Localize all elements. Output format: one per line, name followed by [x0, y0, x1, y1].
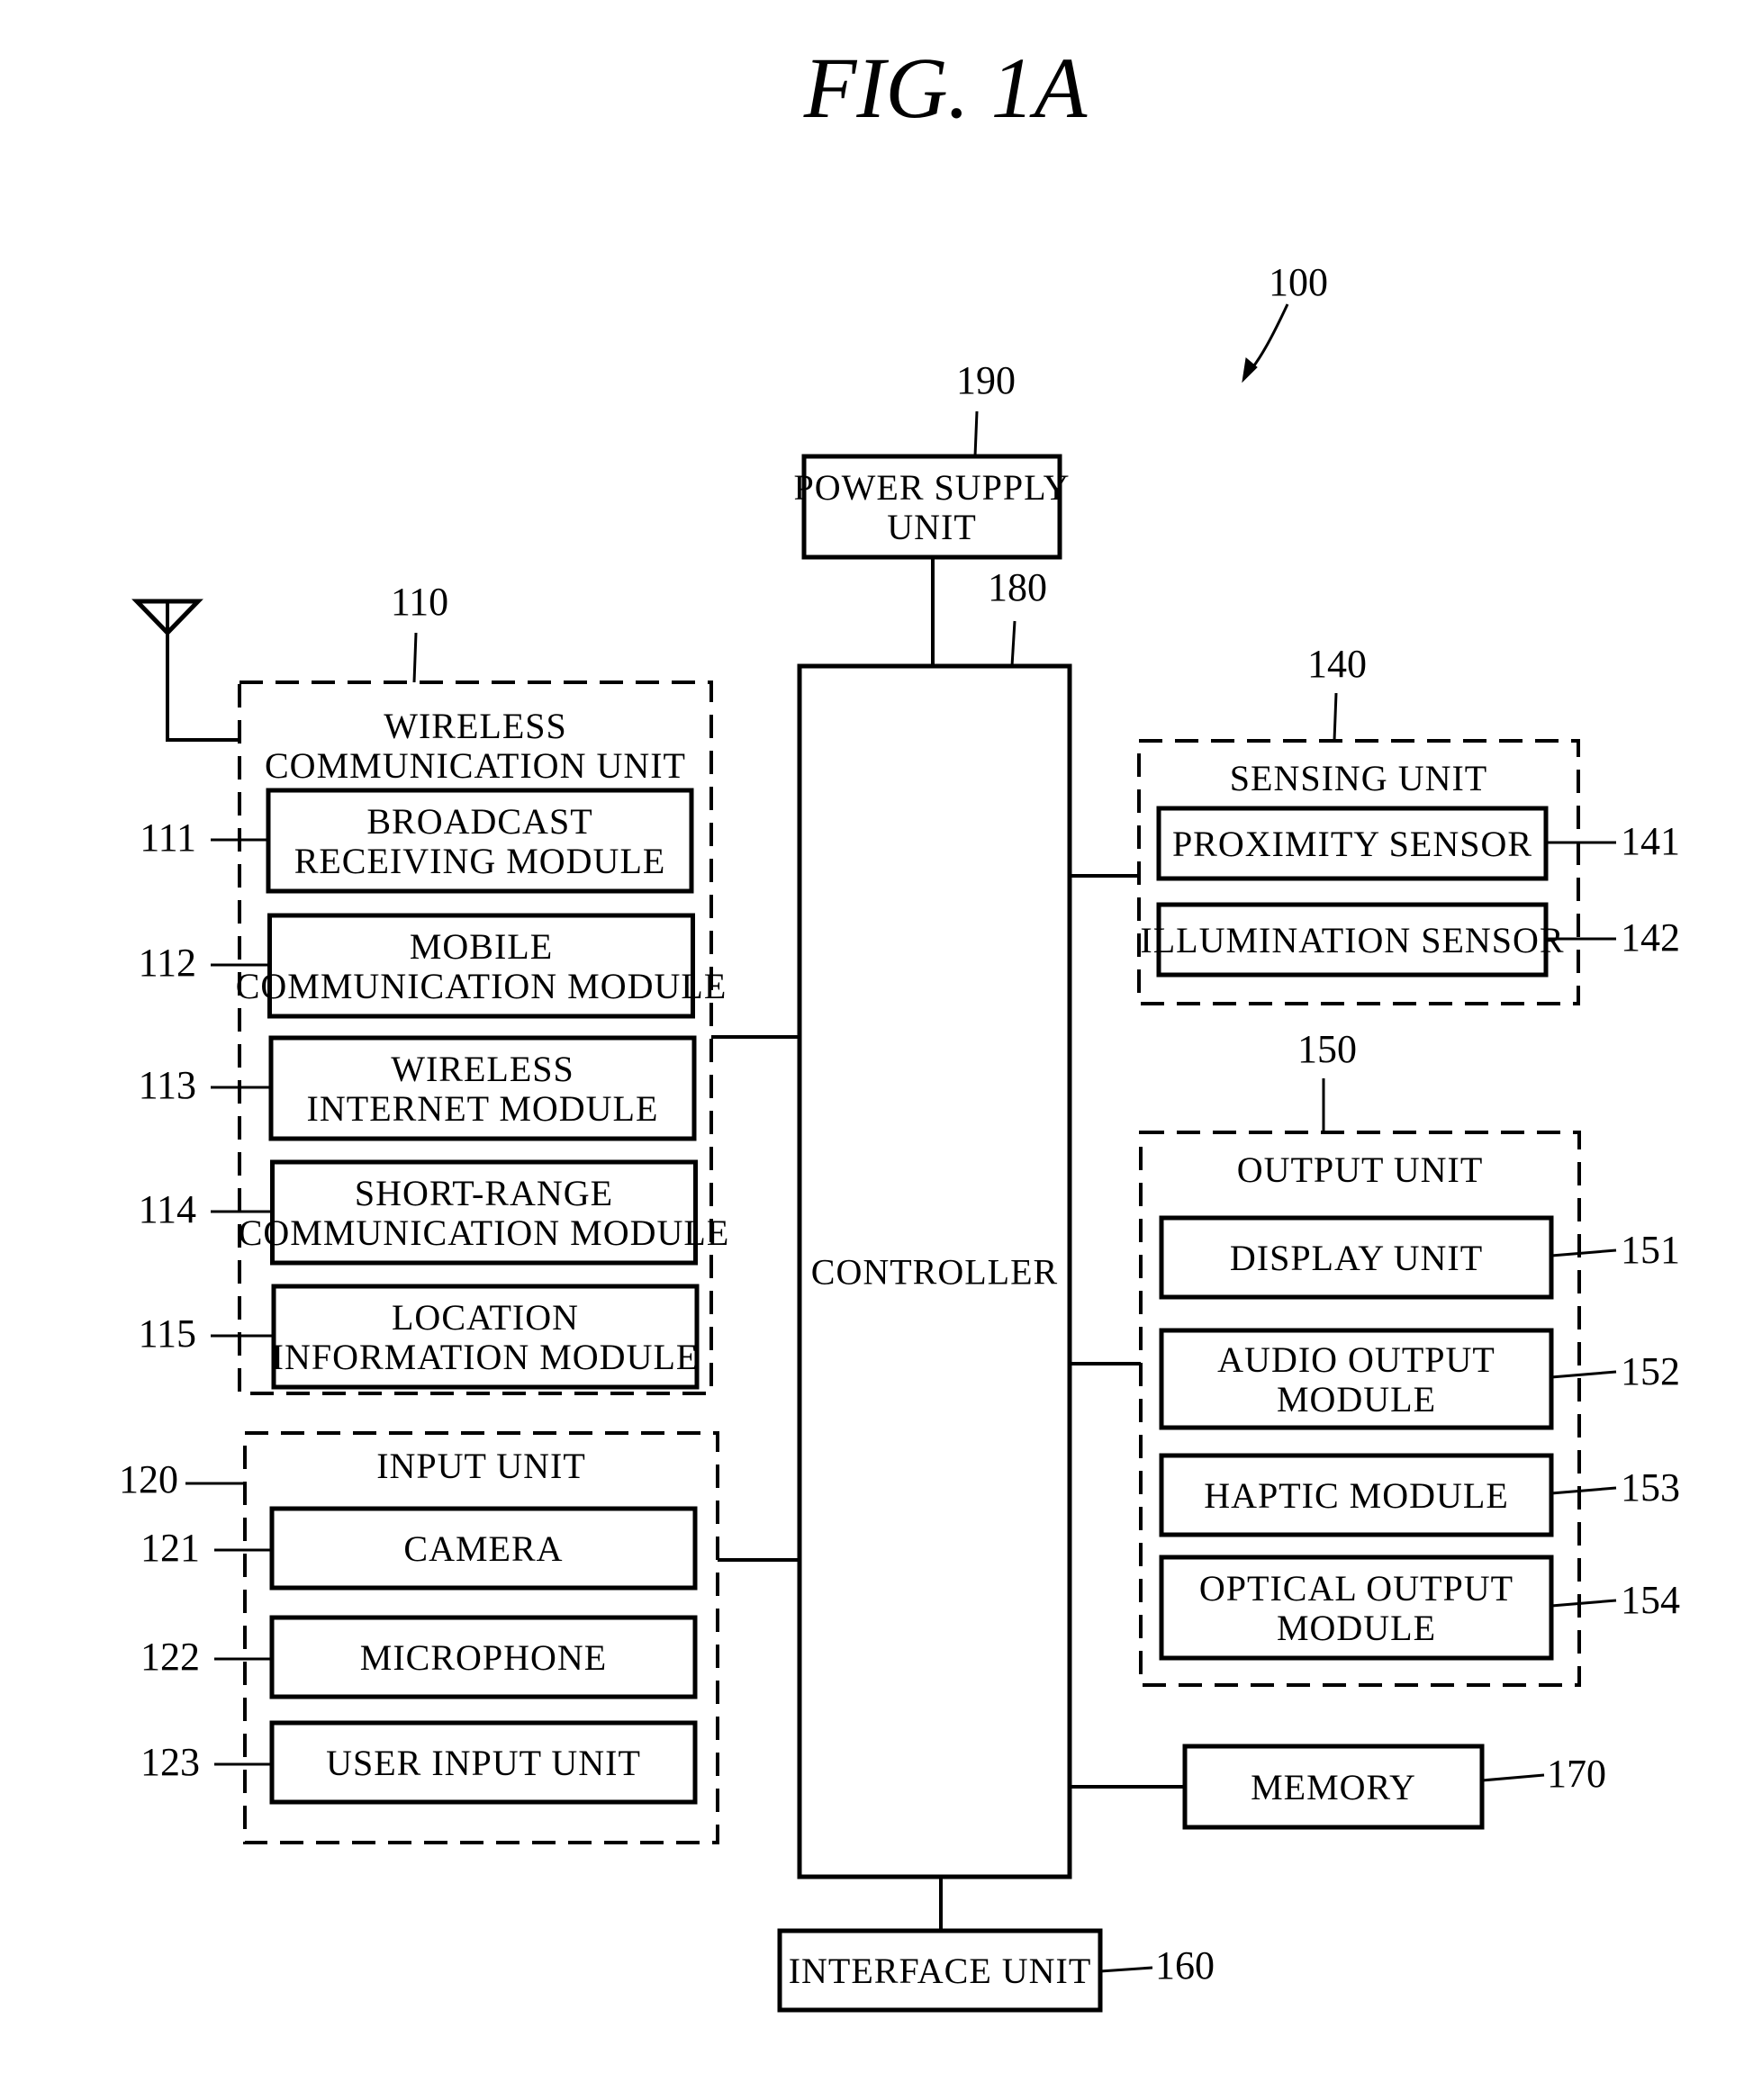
sensing-unit-group-label: SENSING UNIT: [1230, 758, 1487, 798]
input-module-122: MICROPHONE: [269, 1615, 698, 1699]
output-module-152-label: MODULE: [1277, 1379, 1436, 1420]
wireless-unit-ref: 110: [391, 580, 448, 624]
output-module-152-label: AUDIO OUTPUT: [1217, 1339, 1495, 1380]
wireless-module-111: BROADCASTRECEIVING MODULE: [266, 788, 694, 894]
wireless-communication-unit-group-label: WIRELESS: [384, 706, 567, 746]
input-module-123: USER INPUT UNIT: [269, 1720, 698, 1805]
power-supply-unit-block: POWER SUPPLYUNIT: [794, 454, 1071, 560]
wireless-unit-ref-leader: [412, 632, 418, 683]
block-diagram: FIG. 1A POWER SUPPLYUNIT CONTROLLER WIRELE…: [119, 40, 1680, 2013]
memory-block: MEMORY: [1182, 1744, 1485, 1830]
figure-title: FIG. 1A: [803, 40, 1088, 136]
output-module-152: AUDIO OUTPUTMODULE: [1159, 1328, 1554, 1430]
power-supply-ref-leader: [973, 410, 979, 457]
power-supply-unit-block-label: POWER SUPPLY: [794, 467, 1071, 508]
wireless-module-112-label: MOBILE: [410, 926, 553, 967]
output-module-153: HAPTIC MODULE: [1159, 1453, 1554, 1537]
memory-ref: 170: [1547, 1752, 1606, 1796]
controller-block-label: CONTROLLER: [811, 1252, 1058, 1293]
input-module-122-label: MICROPHONE: [360, 1637, 607, 1678]
module-ref-151: 151: [1621, 1228, 1680, 1272]
wireless-module-114: SHORT-RANGECOMMUNICATION MODULE: [239, 1159, 730, 1266]
wireless-module-115: LOCATIONINFORMATION MODULE: [271, 1284, 700, 1390]
wireless-module-115-label: INFORMATION MODULE: [272, 1337, 700, 1377]
wireless-module-113-label: INTERNET MODULE: [307, 1088, 659, 1129]
sensing-module-142-label: ILLUMINATION SENSOR: [1140, 920, 1564, 960]
input-unit-group-label: INPUT UNIT: [376, 1446, 586, 1486]
module-ref-153: 153: [1621, 1465, 1680, 1510]
wireless-module-113-label: WIRELESS: [391, 1049, 574, 1089]
controller-ref-leader: [1010, 620, 1017, 667]
sensing-module-142: ILLUMINATION SENSOR: [1140, 902, 1564, 978]
interface-ref: 160: [1155, 1943, 1215, 1987]
output-module-151: DISPLAY UNIT: [1159, 1215, 1554, 1300]
module-ref-122: 122: [140, 1635, 200, 1679]
wireless-module-112-label: COMMUNICATION MODULE: [236, 966, 727, 1006]
input-unit-ref: 120: [119, 1457, 178, 1501]
output-module-153-label: HAPTIC MODULE: [1204, 1475, 1509, 1516]
sensing-unit-ref: 140: [1307, 642, 1367, 686]
wireless-module-111-label: BROADCAST: [366, 801, 592, 842]
input-module-121: CAMERA: [269, 1506, 698, 1591]
module-ref-142: 142: [1621, 915, 1680, 960]
input-module-123-label: USER INPUT UNIT: [326, 1743, 641, 1783]
wireless-module-113: WIRELESSINTERNET MODULE: [268, 1035, 697, 1141]
output-module-154-label: MODULE: [1277, 1608, 1436, 1648]
arrow-head-icon: [1242, 357, 1258, 383]
device-reference-numeral: 100: [1269, 260, 1328, 304]
module-ref-115: 115: [139, 1311, 196, 1356]
wireless-communication-unit-group-label: COMMUNICATION UNIT: [265, 745, 686, 786]
sensing-module-141-label: PROXIMITY SENSOR: [1172, 824, 1532, 864]
wireless-module-112: MOBILECOMMUNICATION MODULE: [236, 913, 727, 1019]
module-ref-141: 141: [1621, 819, 1680, 863]
module-ref-leader-152: [1550, 1370, 1617, 1379]
module-ref-152: 152: [1621, 1349, 1680, 1393]
memory-block-label: MEMORY: [1251, 1767, 1416, 1807]
output-module-154: OPTICAL OUTPUTMODULE: [1159, 1555, 1554, 1661]
module-ref-154: 154: [1621, 1578, 1680, 1622]
interface-unit-block-label: INTERFACE UNIT: [789, 1951, 1092, 1991]
wireless-module-111-label: RECEIVING MODULE: [294, 841, 666, 881]
module-ref-leader-154: [1550, 1599, 1617, 1608]
wireless-module-114-label: SHORT-RANGE: [355, 1173, 613, 1213]
memory-ref-leader: [1481, 1773, 1545, 1782]
wireless-module-115-label: LOCATION: [392, 1297, 579, 1338]
module-ref-114: 114: [139, 1187, 196, 1231]
power-supply-ref: 190: [956, 358, 1016, 402]
sensing-module-141: PROXIMITY SENSOR: [1156, 806, 1549, 881]
module-ref-leader-153: [1550, 1486, 1617, 1495]
module-ref-112: 112: [139, 941, 196, 985]
wireless-module-114-label: COMMUNICATION MODULE: [239, 1212, 730, 1253]
output-unit-group-label: OUTPUT UNIT: [1237, 1149, 1484, 1190]
power-supply-unit-block-label: UNIT: [887, 507, 977, 547]
blocks: POWER SUPPLYUNITCONTROLLERWIRELESSCOMMUN…: [236, 454, 1581, 2013]
interface-ref-leader: [1099, 1966, 1153, 1973]
module-ref-123: 123: [140, 1740, 200, 1784]
sensing-unit-ref-leader: [1333, 692, 1338, 742]
module-ref-111: 111: [140, 816, 196, 860]
interface-unit-block: INTERFACE UNIT: [777, 1928, 1103, 2013]
module-ref-121: 121: [140, 1526, 200, 1570]
controller-ref: 180: [988, 565, 1047, 609]
input-module-121-label: CAMERA: [403, 1528, 563, 1569]
output-module-151-label: DISPLAY UNIT: [1230, 1238, 1483, 1278]
controller-block: CONTROLLER: [797, 663, 1072, 1879]
module-ref-leader-151: [1550, 1248, 1617, 1257]
module-ref-113: 113: [139, 1063, 196, 1107]
output-unit-ref: 150: [1297, 1027, 1357, 1071]
output-module-154-label: OPTICAL OUTPUT: [1199, 1568, 1514, 1609]
